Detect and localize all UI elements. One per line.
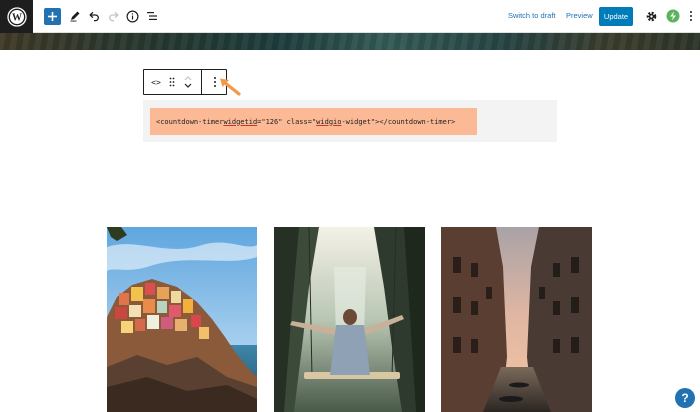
gear-icon: [646, 11, 656, 21]
svg-text:W: W: [12, 12, 22, 23]
cliffside-village-photo: [107, 227, 257, 412]
update-button[interactable]: Update: [599, 7, 633, 26]
add-block-button[interactable]: [44, 8, 61, 25]
move-up-icon[interactable]: [184, 76, 192, 81]
redo-icon: [109, 11, 119, 22]
gallery-image-venice-canal[interactable]: [441, 227, 592, 412]
cover-image[interactable]: [0, 33, 700, 50]
gallery-image-cliffside-village[interactable]: [107, 227, 257, 412]
wordpress-logo-button[interactable]: W: [0, 0, 33, 33]
gallery-image-woman-on-swing[interactable]: [274, 227, 425, 412]
block-mover[interactable]: [182, 70, 194, 94]
plugin-button[interactable]: [665, 8, 681, 24]
code-icon: <>: [151, 77, 161, 87]
pointer-arrow-icon: [220, 78, 241, 96]
undo-button[interactable]: [86, 8, 102, 24]
list-view-icon: [147, 12, 157, 20]
undo-icon: [89, 11, 99, 22]
code-attr-widgio: widgio: [316, 117, 342, 126]
plus-icon: [48, 12, 57, 21]
switch-to-draft-link[interactable]: Switch to draft: [508, 11, 556, 20]
drag-handle-icon: [169, 77, 175, 87]
preview-link[interactable]: Preview: [566, 11, 593, 20]
details-button[interactable]: [124, 8, 140, 24]
code-text-middle: ="126" class=": [257, 117, 317, 126]
code-attr-widgetid: widgetid: [223, 117, 258, 126]
pencil-icon: [70, 11, 80, 22]
code-text-prefix: <countdown-timer: [156, 117, 224, 126]
settings-button[interactable]: [643, 8, 659, 24]
options-menu-button[interactable]: [686, 8, 696, 24]
plugin-icon: [666, 9, 680, 23]
list-view-button[interactable]: [144, 8, 160, 24]
wordpress-icon: W: [6, 6, 27, 27]
info-icon: [125, 9, 139, 23]
help-button[interactable]: ?: [675, 388, 695, 408]
mover-arrows: [184, 76, 192, 88]
html-code-editor[interactable]: <countdown-timer widgetid ="126" class=" w…: [150, 108, 477, 135]
more-vertical-icon: [690, 11, 692, 21]
block-toolbar: <>: [143, 69, 227, 95]
woman-on-swing-photo: [274, 227, 425, 412]
editor-top-toolbar: W Switch to draft Preview Update: [0, 0, 700, 33]
redo-button[interactable]: [106, 8, 122, 24]
move-down-icon[interactable]: [184, 83, 192, 88]
code-text-suffix: -widget"></countdown-timer>: [341, 117, 456, 126]
toolbar-divider: [201, 70, 202, 94]
block-type-button[interactable]: <>: [149, 70, 163, 94]
venice-canal-photo: [441, 227, 592, 412]
drag-handle[interactable]: [166, 70, 178, 94]
tools-button[interactable]: [67, 8, 83, 24]
